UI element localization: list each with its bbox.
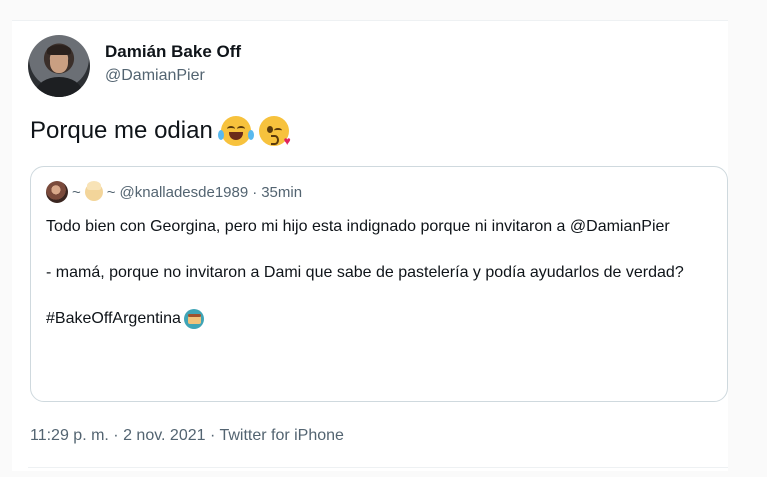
tweet-text-content: Porque me odian — [30, 117, 213, 144]
quoted-tweet[interactable]: ~ ~ @knalladesde1989 · 35min Todo bien c… — [30, 166, 728, 402]
person-emoji-icon — [84, 181, 103, 201]
hashtag-row: #BakeOffArgentina — [46, 307, 716, 330]
quoted-tweet-body: Todo bien con Georgina, pero mi hijo est… — [46, 215, 716, 330]
hashtag-link[interactable]: #BakeOffArgentina — [46, 307, 181, 330]
quoted-relative-time[interactable]: 35min — [261, 184, 302, 201]
tears-of-joy-icon — [217, 116, 254, 146]
tweet-timestamp[interactable]: 11:29 p. m. · 2 nov. 2021 · Twitter for … — [30, 427, 344, 445]
avatar-shirt — [36, 77, 82, 97]
avatar[interactable] — [28, 35, 90, 97]
quoted-tweet-header: ~ ~ @knalladesde1989 · 35min — [46, 181, 302, 203]
bake-off-hashflag-icon — [183, 308, 204, 329]
avatar-hair — [47, 45, 71, 55]
tweet-card[interactable]: Damián Bake Off @DamianPier Porque me od… — [12, 20, 728, 471]
quoted-paragraph-1: Todo bien con Georgina, pero mi hijo est… — [46, 218, 670, 235]
quoted-avatar[interactable] — [46, 181, 68, 203]
name-separator: ~ — [72, 183, 81, 201]
face-blowing-kiss-icon: ♥ — [258, 116, 291, 147]
name-separator: ~ — [106, 183, 116, 201]
quoted-paragraph-2: - mamá, porque no invitaron a Dami que s… — [46, 264, 684, 281]
author-display-name[interactable]: Damián Bake Off — [105, 42, 241, 62]
tweet-text: Porque me odian ♥ — [30, 116, 291, 147]
screenshot-frame: Damián Bake Off @DamianPier Porque me od… — [0, 0, 767, 477]
quoted-handle[interactable]: @knalladesde1989 — [120, 184, 249, 201]
divider — [28, 467, 728, 468]
time-separator: · — [252, 183, 258, 201]
author-handle[interactable]: @DamianPier — [105, 67, 205, 85]
